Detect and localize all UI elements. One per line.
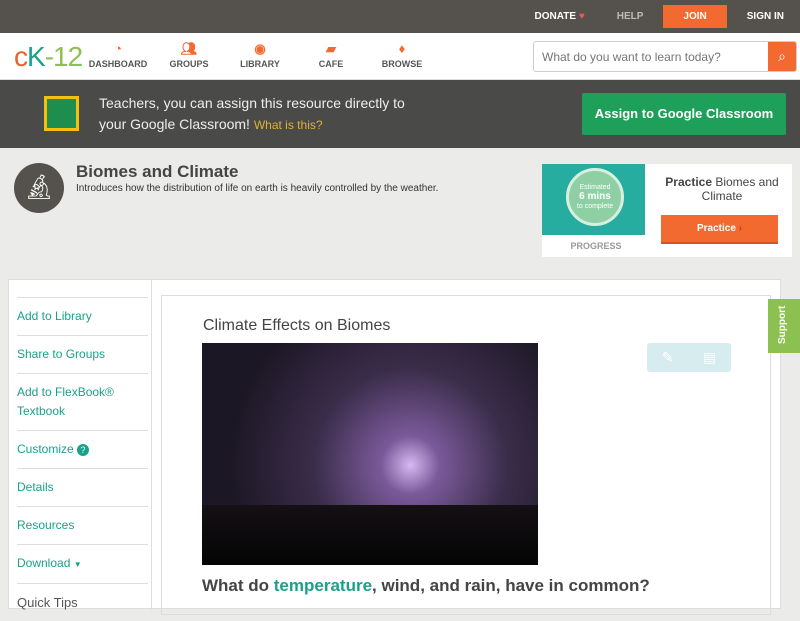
search-icon: ⌕: [778, 48, 786, 64]
sidebar-details[interactable]: Details: [17, 468, 148, 506]
page-title: Biomes and Climate: [76, 162, 239, 181]
sign-in-link[interactable]: SIGN IN: [731, 11, 800, 22]
lightning-photo: [202, 343, 538, 565]
content-title: Climate Effects on Biomes: [203, 317, 391, 334]
support-tab[interactable]: Support: [768, 299, 800, 353]
sidebar-share-to-groups[interactable]: Share to Groups: [17, 335, 148, 373]
groups-icon: 👥︎: [180, 41, 198, 56]
page-description: Introduces how the distribution of life …: [76, 183, 439, 194]
content-question: What do temperature, wind, and rain, hav…: [202, 576, 650, 595]
main-panel: Add to Library Share to Groups Add to Fl…: [8, 279, 781, 615]
heart-icon: ♥: [578, 11, 585, 22]
top-bar: DONATE ♥ HELP JOIN SIGN IN: [0, 0, 800, 33]
caret-down-icon: ▼: [73, 560, 82, 569]
donate-link[interactable]: DONATE ♥: [519, 11, 601, 22]
sidebar-quick-tips[interactable]: Quick Tips: [17, 583, 148, 621]
annotation-tools: ✎ ▤: [647, 343, 731, 372]
nav-groups[interactable]: 👥︎ GROUPS: [154, 41, 224, 69]
sidebar-resources[interactable]: Resources: [17, 506, 148, 544]
divider: [151, 280, 152, 610]
cafe-icon: ▰: [326, 41, 336, 56]
temperature-link[interactable]: temperature: [274, 576, 372, 595]
help-icon[interactable]: ?: [77, 444, 90, 456]
notes-icon[interactable]: ▤: [703, 349, 716, 366]
ck12-logo[interactable]: cK-12: [14, 41, 83, 73]
nav-cafe[interactable]: ▰ CAFE: [296, 41, 366, 69]
progress-image: Estimated 6 mins to complete: [542, 164, 645, 235]
dashboard-icon: ◔: [114, 41, 122, 56]
progress-label: PROGRESS: [570, 241, 622, 251]
main-nav: cK-12 ◔ DASHBOARD 👥︎ GROUPS ◉ LIBRARY ▰ CAFE…: [0, 33, 800, 80]
what-is-this-link[interactable]: What is this?: [254, 118, 323, 132]
microscope-icon: 🔬︎: [14, 163, 64, 213]
search-box: ⌕: [533, 41, 797, 72]
join-button[interactable]: JOIN: [663, 5, 727, 28]
search-input[interactable]: [534, 42, 768, 71]
sidebar-add-to-flexbook[interactable]: Add to FlexBook® Textbook: [17, 373, 148, 430]
nav-library[interactable]: ◉ LIBRARY: [225, 41, 295, 69]
sidebar-customize[interactable]: Customize ?: [17, 430, 148, 468]
sidebar: Add to Library Share to Groups Add to Fl…: [17, 297, 148, 621]
content-area: Climate Effects on Biomes ✎ ▤ What do tem…: [161, 295, 771, 615]
help-link[interactable]: HELP: [601, 11, 660, 22]
google-classroom-icon: [44, 96, 79, 131]
google-classroom-banner: Teachers, you can assign this resource d…: [0, 80, 800, 148]
browse-icon: ♦: [398, 41, 406, 56]
chevron-right-icon: ›: [738, 223, 743, 234]
pencil-icon[interactable]: ✎: [662, 349, 674, 366]
practice-button[interactable]: Practice ›: [661, 215, 778, 244]
assign-to-google-classroom-button[interactable]: Assign to Google Classroom: [582, 93, 786, 135]
practice-title: Practice Biomes and Climate: [665, 175, 779, 203]
sidebar-add-to-library[interactable]: Add to Library: [17, 297, 148, 335]
nav-dashboard[interactable]: ◔ DASHBOARD: [83, 41, 153, 69]
practice-card: Estimated 6 mins to complete PROGRESS Prac…: [542, 164, 792, 257]
library-icon: ◉: [254, 41, 266, 56]
search-button[interactable]: ⌕: [768, 42, 796, 71]
estimate-badge: Estimated 6 mins to complete: [566, 168, 624, 226]
nav-browse[interactable]: ♦ BROWSE: [367, 41, 437, 69]
sidebar-download[interactable]: Download ▼: [17, 544, 148, 583]
